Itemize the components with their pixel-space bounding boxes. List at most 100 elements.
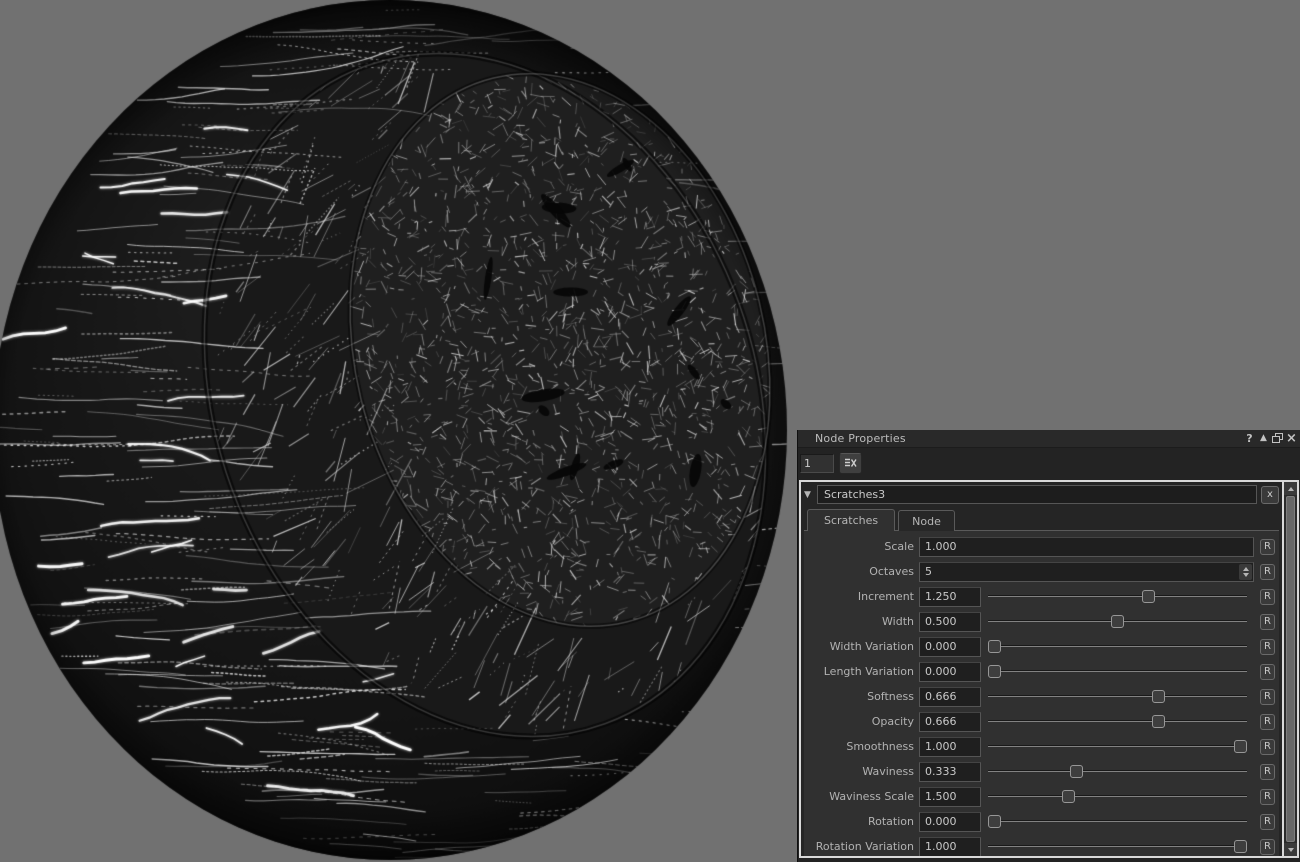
tab-content: Scale 1.000 R Octaves 5 R Increment 1.250 R Width… (804, 530, 1279, 856)
param-value-opacity[interactable]: 0.666 (919, 711, 981, 732)
param-value-length-variation[interactable]: 0.000 (919, 661, 981, 682)
param-row-waviness: Waviness 0.333 R (804, 759, 1275, 784)
reset-button-rotation[interactable]: R (1260, 813, 1275, 830)
param-row-rotation-variation: Rotation Variation 1.000 R (804, 834, 1275, 856)
max-panels-input[interactable]: 1 (800, 453, 834, 473)
slider-track[interactable] (988, 696, 1247, 697)
tab-node[interactable]: Node (898, 510, 955, 531)
panel-titlebar[interactable]: Node Properties ? ▲ × (798, 430, 1300, 448)
param-slider-waviness-scale[interactable] (988, 790, 1247, 803)
slider-track[interactable] (988, 671, 1247, 672)
reset-button-softness[interactable]: R (1260, 688, 1275, 705)
slider-handle[interactable] (1234, 840, 1247, 853)
tab-scratches[interactable]: Scratches (807, 509, 896, 531)
slider-track[interactable] (988, 846, 1247, 847)
param-slider-opacity[interactable] (988, 715, 1247, 728)
param-value-octaves[interactable]: 5 (919, 561, 1254, 582)
dock-icon[interactable]: ▲ (1257, 432, 1270, 445)
reset-button-width-variation[interactable]: R (1260, 638, 1275, 655)
node-close-button[interactable]: x (1261, 485, 1279, 504)
param-value-width-variation[interactable]: 0.000 (919, 636, 981, 657)
slider-track[interactable] (988, 646, 1247, 647)
slider-track[interactable] (988, 596, 1247, 597)
param-slider-length-variation[interactable] (988, 665, 1247, 678)
param-value-rotation[interactable]: 0.000 (919, 811, 981, 832)
param-label-width: Width (882, 615, 914, 628)
node-name-input[interactable]: Scratches3 (817, 485, 1257, 504)
reset-button-octaves[interactable]: R (1260, 563, 1275, 580)
param-label-smoothness: Smoothness (846, 740, 914, 753)
param-label-rotation-variation: Rotation Variation (815, 840, 914, 853)
param-label-waviness-scale: Waviness Scale (829, 790, 914, 803)
param-value-scale[interactable]: 1.000 (919, 536, 1254, 557)
slider-handle[interactable] (988, 665, 1001, 678)
reset-button-smoothness[interactable]: R (1260, 738, 1275, 755)
reset-button-increment[interactable]: R (1260, 588, 1275, 605)
param-value-smoothness[interactable]: 1.000 (919, 736, 981, 757)
param-value-width[interactable]: 0.500 (919, 611, 981, 632)
close-icon[interactable]: × (1285, 432, 1298, 445)
param-row-scale: Scale 1.000 R (804, 534, 1275, 559)
param-slider-width[interactable] (988, 615, 1247, 628)
param-label-increment: Increment (857, 590, 914, 603)
slider-handle[interactable] (1151, 690, 1165, 703)
scroll-down-button[interactable] (1284, 843, 1297, 856)
slider-handle[interactable] (1234, 740, 1247, 753)
slider-handle[interactable] (1061, 790, 1075, 803)
slider-handle[interactable] (988, 815, 1001, 828)
param-slider-softness[interactable] (988, 690, 1247, 703)
param-value-rotation-variation[interactable]: 1.000 (919, 836, 981, 856)
reset-button-rotation-variation[interactable]: R (1260, 838, 1275, 855)
node-tabs: Scratches Node (804, 508, 1279, 531)
reset-button-opacity[interactable]: R (1260, 713, 1275, 730)
clear-panels-button[interactable] (839, 452, 862, 474)
param-value-softness[interactable]: 0.666 (919, 686, 981, 707)
param-label-rotation: Rotation (867, 815, 914, 828)
float-icon[interactable] (1271, 432, 1284, 445)
slider-handle[interactable] (988, 640, 1001, 653)
param-slider-waviness[interactable] (988, 765, 1247, 778)
param-label-opacity: Opacity (871, 715, 914, 728)
panel-toolbar: 1 (798, 448, 1300, 476)
slider-track[interactable] (988, 746, 1247, 747)
slider-track[interactable] (988, 821, 1247, 822)
spinner-down-icon[interactable] (1242, 572, 1249, 577)
reset-button-length-variation[interactable]: R (1260, 663, 1275, 680)
slider-handle[interactable] (1141, 590, 1155, 603)
octaves-spinner[interactable] (1239, 563, 1252, 580)
param-value-waviness-scale[interactable]: 1.500 (919, 786, 981, 807)
param-row-smoothness: Smoothness 1.000 R (804, 734, 1275, 759)
vertical-scrollbar[interactable] (1282, 482, 1297, 856)
help-icon[interactable]: ? (1243, 432, 1256, 445)
param-row-softness: Softness 0.666 R (804, 684, 1275, 709)
slider-handle[interactable] (1151, 715, 1165, 728)
param-row-width: Width 0.500 R (804, 609, 1275, 634)
slider-track[interactable] (988, 771, 1247, 772)
param-slider-increment[interactable] (988, 590, 1247, 603)
param-row-opacity: Opacity 0.666 R (804, 709, 1275, 734)
slider-track[interactable] (988, 796, 1247, 797)
reset-button-waviness-scale[interactable]: R (1260, 788, 1275, 805)
param-slider-smoothness[interactable] (988, 740, 1247, 753)
param-label-scale: Scale (884, 540, 914, 553)
slider-handle[interactable] (1111, 615, 1124, 628)
slider-handle[interactable] (1069, 765, 1083, 778)
param-value-waviness[interactable]: 0.333 (919, 761, 981, 782)
param-row-octaves: Octaves 5 R (804, 559, 1275, 584)
node-properties-panel: Node Properties ? ▲ × 1 ▼ Scratches3 x Scr… (797, 430, 1300, 862)
param-slider-rotation[interactable] (988, 815, 1247, 828)
reset-button-width[interactable]: R (1260, 613, 1275, 630)
param-slider-rotation-variation[interactable] (988, 840, 1247, 853)
param-slider-width-variation[interactable] (988, 640, 1247, 653)
scroll-up-button[interactable] (1284, 482, 1297, 495)
param-label-octaves: Octaves (869, 565, 914, 578)
reset-button-waviness[interactable]: R (1260, 763, 1275, 780)
collapse-arrow-icon[interactable]: ▼ (804, 490, 817, 500)
scrollbar-track[interactable] (1284, 495, 1297, 843)
slider-track[interactable] (988, 721, 1247, 722)
scrollbar-thumb[interactable] (1286, 496, 1295, 842)
spinner-up-icon[interactable] (1242, 566, 1249, 571)
param-row-increment: Increment 1.250 R (804, 584, 1275, 609)
param-value-increment[interactable]: 1.250 (919, 586, 981, 607)
reset-button-scale[interactable]: R (1260, 538, 1275, 555)
